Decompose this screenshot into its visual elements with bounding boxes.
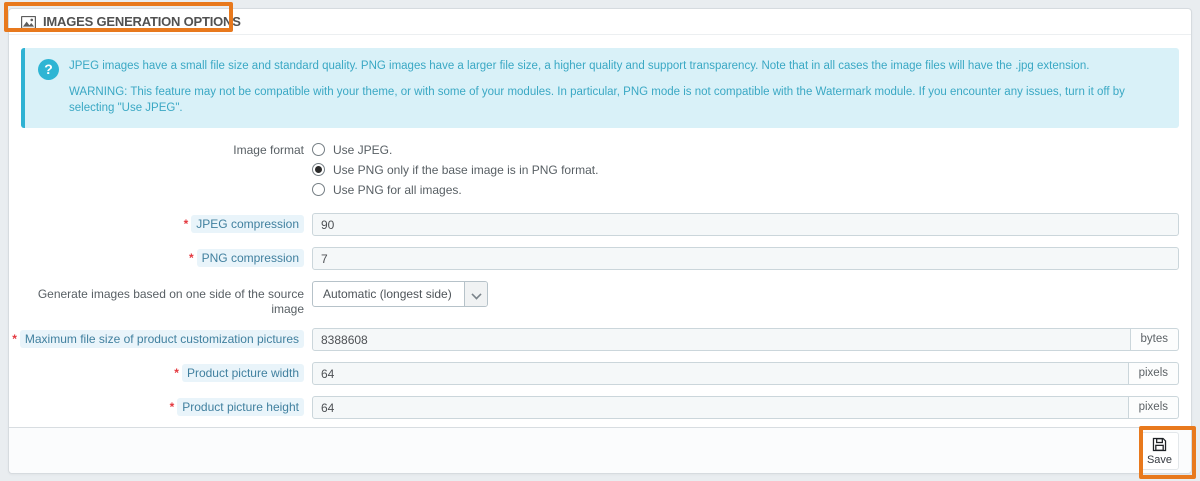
radio-label: Use PNG for all images. [333,183,462,197]
info-text-line2: WARNING: This feature may not be compati… [69,84,1165,117]
picture-width-input[interactable] [312,362,1129,385]
required-asterisk: * [170,400,175,414]
png-compression-input[interactable] [312,247,1179,270]
radio-button-icon[interactable] [312,163,325,176]
png-compression-label: PNG compression [197,249,304,267]
chevron-down-icon[interactable] [464,282,487,306]
info-text-line1: JPEG images have a small file size and s… [69,58,1165,75]
radio-label: Use JPEG. [333,143,392,157]
save-button-label: Save [1147,454,1172,466]
max-file-size-input[interactable] [312,328,1131,351]
info-alert: ? JPEG images have a small file size and… [21,48,1179,128]
floppy-disk-icon [1151,436,1168,453]
form-row-max-file-size: *Maximum file size of product customizat… [9,328,1191,351]
image-side-select[interactable]: Automatic (longest side) [312,281,488,307]
radio-label: Use PNG only if the base image is in PNG… [333,163,598,177]
image-format-label: Image format [9,142,304,158]
required-asterisk: * [189,251,194,265]
pixels-unit-addon: pixels [1129,396,1179,419]
required-asterisk: * [184,217,189,231]
form-row-picture-height: *Product picture height pixels [9,396,1191,419]
picture-height-input[interactable] [312,396,1129,419]
required-asterisk: * [12,332,17,346]
form-row-image-format: Image format Use JPEG. Use PNG only if t… [9,142,1191,202]
question-icon: ? [38,59,59,80]
jpeg-compression-label: JPEG compression [191,215,304,233]
images-generation-options-panel: IMAGES GENERATION OPTIONS ? JPEG images … [8,8,1192,474]
form-row-png-compression: *PNG compression [9,247,1191,270]
required-asterisk: * [174,366,179,380]
settings-form: Image format Use JPEG. Use PNG only if t… [9,128,1191,473]
image-side-label: Generate images based on one side of the… [9,281,304,317]
radio-option-use-png-all[interactable]: Use PNG for all images. [312,182,1179,197]
radio-button-icon[interactable] [312,143,325,156]
form-row-image-side: Generate images based on one side of the… [9,281,1191,317]
selected-option: Automatic (longest side) [313,287,464,301]
save-button[interactable]: Save [1140,432,1179,470]
bytes-unit-addon: bytes [1131,328,1180,351]
page-title: IMAGES GENERATION OPTIONS [43,14,241,29]
jpeg-compression-input[interactable] [312,213,1179,236]
radio-button-icon[interactable] [312,183,325,196]
radio-option-use-png-if-base[interactable]: Use PNG only if the base image is in PNG… [312,162,1179,177]
picture-width-label: Product picture width [182,364,304,382]
max-file-size-label: Maximum file size of product customizati… [20,330,304,348]
radio-option-use-jpeg[interactable]: Use JPEG. [312,142,1179,157]
panel-header: IMAGES GENERATION OPTIONS [9,9,1191,35]
pixels-unit-addon: pixels [1129,362,1179,385]
panel-footer: Save [9,427,1191,473]
form-row-picture-width: *Product picture width pixels [9,362,1191,385]
picture-height-label: Product picture height [177,398,304,416]
form-row-jpeg-compression: *JPEG compression [9,213,1191,236]
picture-icon [21,16,36,29]
